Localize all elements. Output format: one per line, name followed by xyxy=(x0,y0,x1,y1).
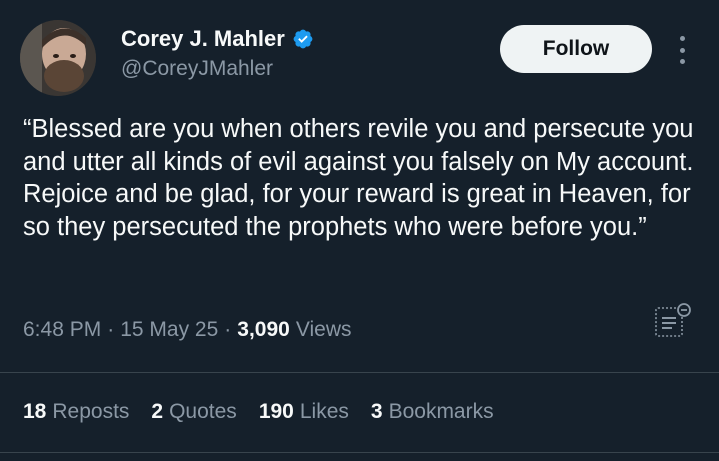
divider xyxy=(0,372,719,373)
likes-stat[interactable]: 190 Likes xyxy=(259,400,349,424)
author-name-row[interactable]: Corey J. Mahler xyxy=(121,26,314,52)
reposts-label: Reposts xyxy=(52,400,130,423)
tweet-text: “Blessed are you when others revile you … xyxy=(23,115,694,241)
quotes-count: 2 xyxy=(151,400,164,423)
author-handle[interactable]: @CoreyJMahler xyxy=(121,57,273,81)
translate-icon[interactable] xyxy=(652,300,694,342)
author-name[interactable]: Corey J. Mahler xyxy=(121,26,285,52)
dot xyxy=(679,36,685,41)
tweet-time[interactable]: 6:48 PM xyxy=(23,318,101,342)
follow-button[interactable]: Follow xyxy=(500,25,652,73)
bookmarks-stat[interactable]: 3 Bookmarks xyxy=(371,400,494,424)
tweet-meta: 6:48 PM · 15 May 25 · 3,090 Views xyxy=(23,318,351,342)
bookmarks-count: 3 xyxy=(370,400,383,423)
avatar[interactable] xyxy=(20,20,96,96)
likes-count: 190 xyxy=(258,400,294,423)
more-options-icon[interactable] xyxy=(672,36,692,64)
bookmarks-label: Bookmarks xyxy=(388,400,494,423)
meta-separator: · xyxy=(224,318,232,341)
views-label: Views xyxy=(295,318,352,341)
divider xyxy=(0,452,719,453)
meta-separator: · xyxy=(107,318,115,341)
quotes-stat[interactable]: 2 Quotes xyxy=(151,400,236,424)
tweet-date[interactable]: 15 May 25 xyxy=(120,318,218,342)
dot xyxy=(679,59,685,64)
avatar-image xyxy=(20,20,96,96)
dot xyxy=(679,47,685,53)
verified-badge-icon[interactable] xyxy=(292,28,314,50)
tweet-stats: 18 Reposts 2 Quotes 190 Likes 3 Bookmarks xyxy=(23,400,516,424)
quotes-label: Quotes xyxy=(169,400,237,423)
views-count: 3,090 xyxy=(237,318,290,341)
reposts-count: 18 xyxy=(23,400,47,423)
reposts-stat[interactable]: 18 Reposts xyxy=(23,400,129,424)
likes-label: Likes xyxy=(299,400,349,423)
